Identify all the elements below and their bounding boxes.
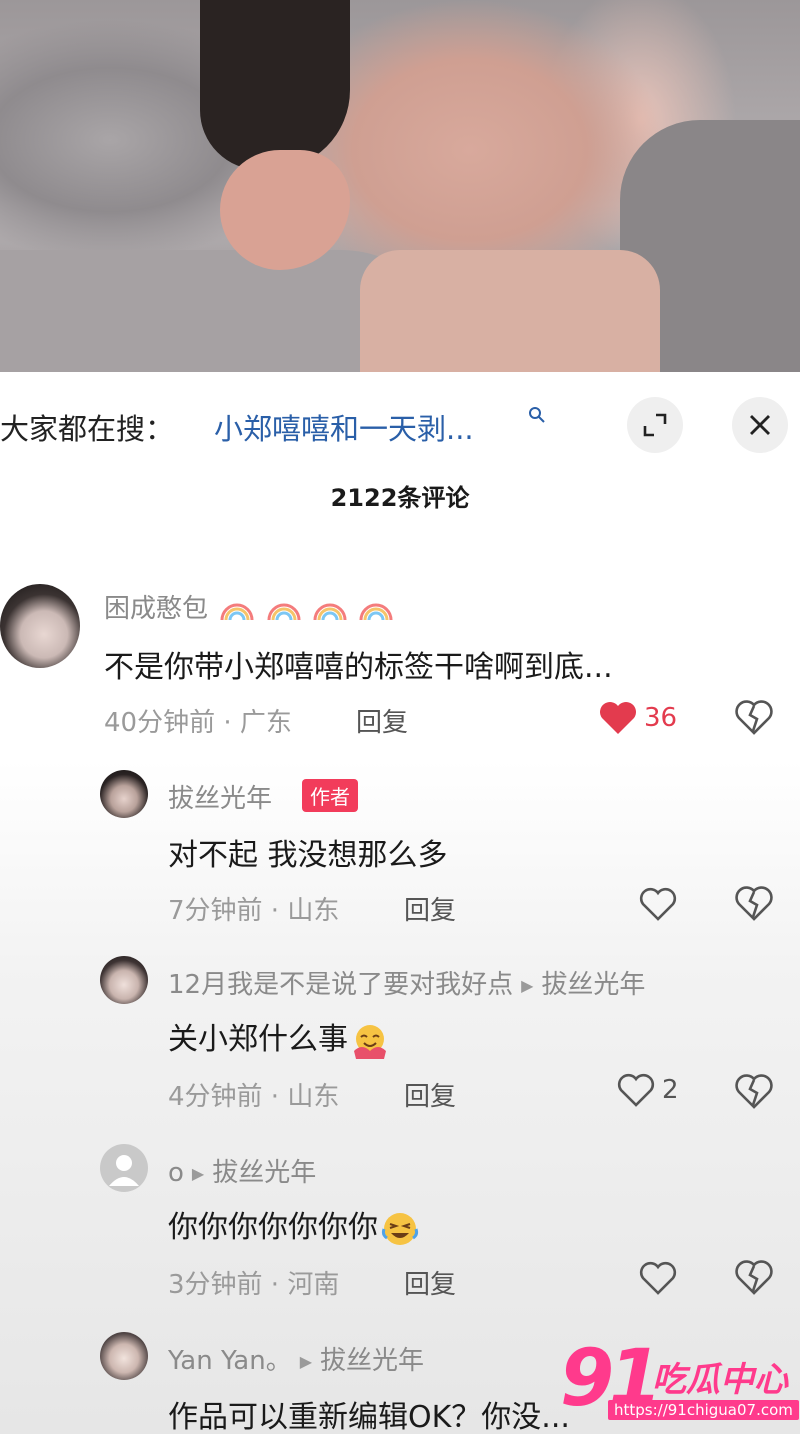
hug-emoji-icon [354, 1024, 386, 1059]
reply-arrow-icon: ▶ [191, 1164, 205, 1183]
username-text: 困成憨包 [104, 594, 209, 624]
username-text: o [168, 1158, 184, 1188]
like-button[interactable]: 36 [598, 700, 677, 736]
dislike-button[interactable] [734, 884, 774, 926]
heart-filled-icon [600, 702, 636, 734]
avatar[interactable] [100, 956, 148, 1004]
broken-heart-icon [735, 886, 773, 921]
like-count: 2 [662, 1075, 679, 1105]
comment-username[interactable]: Yan Yan。 ▶ 拔丝光年 [168, 1340, 424, 1377]
close-icon [750, 415, 770, 435]
broken-heart-icon [735, 1074, 773, 1109]
comment-text: 作品可以重新编辑OK？你没... [168, 1400, 570, 1435]
comment-username[interactable]: 困成憨包 [104, 588, 393, 625]
comment-text: 不是你带小郑嘻嘻的标签干啥啊到底... [104, 650, 613, 685]
reply-button[interactable]: 回复 [404, 890, 456, 927]
comment-meta: 4分钟前 · 山东 [168, 1082, 340, 1112]
like-count: 36 [644, 703, 678, 733]
dislike-button[interactable] [734, 1072, 774, 1114]
rainbow-emoji-icon [267, 603, 301, 620]
comment-username[interactable]: o ▶ 拔丝光年 [168, 1152, 316, 1189]
comment-text: 关小郑什么事 [168, 1014, 390, 1061]
heart-outline-icon [639, 887, 677, 921]
comment-meta: 40分钟前 · 广东 [104, 708, 292, 738]
comment-meta: 3分钟前 · 河南 [168, 1270, 340, 1300]
reply-arrow-icon: ▶ [521, 976, 534, 995]
search-suggestion-link[interactable]: 小郑嘻嘻和一天剥... [214, 406, 474, 448]
dislike-button[interactable] [734, 1258, 774, 1300]
comment-meta: 7分钟前 · 山东 [168, 896, 340, 926]
avatar-default[interactable] [100, 1144, 148, 1192]
broken-heart-icon [735, 1260, 773, 1295]
comment-text: 你你你你你你你 [168, 1202, 420, 1249]
reply-to-username[interactable]: 拔丝光年 [320, 1346, 424, 1376]
search-icon[interactable] [528, 406, 546, 429]
username-text: 12月我是不是说了要对我好点 [168, 970, 514, 1000]
heart-outline-icon [617, 1073, 655, 1107]
avatar[interactable] [0, 584, 80, 668]
dislike-button[interactable] [734, 698, 774, 740]
search-prefix-label: 大家都在搜： [0, 412, 175, 446]
crying-laughing-emoji-icon [381, 1212, 419, 1245]
expand-icon [643, 413, 667, 437]
like-button[interactable] [638, 886, 678, 922]
username-text: Yan Yan。 [168, 1346, 292, 1376]
reply-button[interactable]: 回复 [356, 702, 408, 739]
like-button[interactable]: 2 [616, 1072, 679, 1108]
avatar[interactable] [100, 770, 148, 818]
reply-button[interactable]: 回复 [404, 1076, 456, 1113]
rainbow-emoji-icon [313, 603, 347, 620]
rainbow-emoji-icon [220, 603, 254, 620]
comment-text-content: 关小郑什么事 [168, 1022, 348, 1057]
author-badge: 作者 [302, 779, 358, 812]
comment-username[interactable]: 12月我是不是说了要对我好点 ▶ 拔丝光年 [168, 964, 645, 1001]
avatar[interactable] [100, 1332, 148, 1380]
reply-to-username[interactable]: 拔丝光年 [541, 970, 645, 1000]
watermark-logo: 91 吃瓜中心 https://91chigua07.com [560, 1334, 800, 1434]
comment-text: 对不起 我没想那么多 [168, 838, 448, 873]
watermark-name: 吃瓜中心 [652, 1360, 788, 1400]
comment-text-content: 你你你你你你你 [168, 1210, 378, 1245]
default-user-icon [109, 1155, 139, 1186]
reply-arrow-icon: ▶ [299, 1352, 313, 1371]
hair-area [200, 0, 350, 170]
rainbow-emoji-icon [359, 603, 393, 620]
reply-to-username[interactable]: 拔丝光年 [212, 1158, 316, 1188]
watermark-url: https://91chigua07.com [608, 1400, 799, 1420]
like-button[interactable] [638, 1260, 678, 1296]
expand-button[interactable] [627, 397, 683, 453]
reply-button[interactable]: 回复 [404, 1264, 456, 1301]
broken-heart-icon [735, 700, 773, 735]
close-button[interactable] [732, 397, 788, 453]
comment-count-title: 2122条评论 [330, 484, 470, 512]
video-thumbnail-photo[interactable] [0, 0, 800, 372]
heart-outline-icon [639, 1261, 677, 1295]
comment-username[interactable]: 拔丝光年 [168, 778, 272, 815]
neck-area [360, 250, 660, 372]
